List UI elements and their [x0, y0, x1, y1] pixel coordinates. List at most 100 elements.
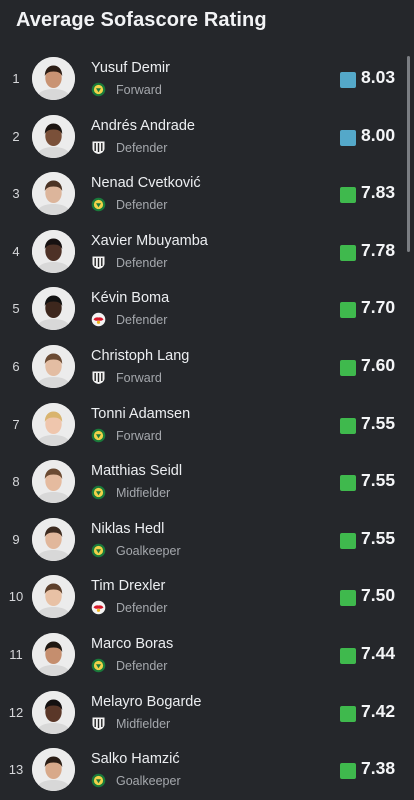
player-rating: 7.83: [361, 182, 396, 203]
scrollbar[interactable]: [407, 56, 410, 252]
rating-color-indicator: [340, 763, 356, 780]
rating-color-indicator: [340, 129, 356, 146]
player-position: Midfielder: [116, 716, 171, 731]
lask-crest-icon: [91, 370, 106, 385]
player-row[interactable]: 13 Salko Hamzić Goalkeeper 7.38: [0, 741, 414, 799]
player-name[interactable]: Tonni Adamsen: [91, 406, 190, 422]
rank-number: 7: [12, 416, 20, 432]
player-avatar: [32, 114, 75, 158]
player-position: Defender: [116, 255, 168, 270]
rating-color-indicator: [340, 705, 356, 722]
rank-number: 10: [8, 589, 24, 605]
player-avatar: [32, 690, 75, 734]
player-rating: 7.42: [361, 700, 396, 721]
player-position: Defender: [116, 313, 168, 328]
player-row[interactable]: 1 Yusuf Demir Forward 8.03: [0, 50, 414, 108]
lask-crest-icon: [91, 140, 106, 155]
player-position: Goalkeeper: [116, 774, 181, 789]
player-avatar: [32, 287, 75, 331]
rank-number: 3: [12, 186, 20, 202]
player-avatar: [32, 172, 75, 216]
player-rating: 7.55: [361, 470, 396, 491]
rapid-crest-icon: [91, 485, 106, 500]
player-row[interactable]: 12 Melayro Bogarde Midfielder 7.42: [0, 684, 414, 742]
player-position: Forward: [116, 83, 162, 97]
player-position: Defender: [116, 601, 168, 616]
salzburg-crest-icon: [91, 312, 106, 327]
player-name[interactable]: Matthias Seidl: [91, 463, 182, 479]
rapid-crest-icon: [91, 543, 106, 558]
player-rating: 7.38: [361, 758, 396, 779]
player-row[interactable]: 11 Marco Boras Defender 7.44: [0, 626, 414, 684]
rating-color-indicator: [340, 590, 356, 607]
rank-number: 6: [12, 358, 20, 374]
player-name[interactable]: Tim Drexler: [91, 578, 165, 594]
rank-number: 5: [12, 301, 20, 317]
player-name[interactable]: Salko Hamzić: [91, 751, 180, 767]
player-name[interactable]: Nenad Cvetković: [91, 175, 201, 191]
player-avatar: [32, 575, 75, 619]
player-name[interactable]: Marco Boras: [91, 636, 173, 652]
rapid-crest-icon: [91, 658, 106, 673]
rank-number: 1: [12, 71, 20, 86]
player-position: Defender: [116, 658, 168, 673]
player-name[interactable]: Xavier Mbuyamba: [91, 233, 208, 249]
player-rating: 7.44: [361, 642, 396, 663]
player-rating: 7.70: [361, 297, 396, 318]
rank-number: 4: [12, 243, 20, 259]
player-avatar: [32, 229, 75, 273]
lask-crest-icon: [91, 255, 106, 270]
player-avatar: [32, 748, 75, 792]
player-row[interactable]: 7 Tonni Adamsen Forward 7.55: [0, 396, 414, 454]
rating-color-indicator: [340, 417, 356, 434]
rating-color-indicator: [340, 475, 356, 492]
rapid-crest-icon: [91, 773, 106, 788]
rating-color-indicator: [340, 532, 356, 549]
rating-color-indicator: [340, 359, 356, 376]
rating-color-indicator: [340, 647, 356, 664]
player-rating: 7.60: [361, 354, 396, 375]
player-rating: 8.00: [361, 124, 396, 145]
player-rating: 7.78: [361, 239, 396, 260]
player-position: Goalkeeper: [116, 543, 181, 558]
rapid-crest-icon: [91, 197, 106, 212]
salzburg-crest-icon: [91, 600, 106, 615]
lask-crest-icon: [91, 716, 106, 731]
player-avatar: [32, 460, 75, 504]
rating-color-indicator: [340, 72, 356, 88]
rank-number: 2: [12, 128, 20, 144]
player-row[interactable]: 2 Andrés Andrade Defender 8.00: [0, 108, 414, 166]
player-rating: 7.50: [361, 585, 396, 606]
rank-number: 8: [12, 474, 20, 490]
rank-number: 13: [8, 762, 24, 778]
player-row[interactable]: 8 Matthias Seidl Midfielder 7.55: [0, 453, 414, 511]
rank-number: 12: [8, 704, 24, 720]
rank-number: 11: [9, 646, 23, 662]
player-position: Forward: [116, 370, 162, 385]
player-row[interactable]: 5 Kévin Boma Defender 7.70: [0, 280, 414, 338]
player-row[interactable]: 6 Christoph Lang Forward 7.60: [0, 338, 414, 396]
player-rating: 8.03: [361, 67, 396, 87]
player-name[interactable]: Niklas Hedl: [91, 521, 164, 537]
player-avatar: [32, 517, 75, 561]
player-name[interactable]: Melayro Bogarde: [91, 694, 201, 710]
player-name[interactable]: Christoph Lang: [91, 348, 189, 364]
player-row[interactable]: 4 Xavier Mbuyamba Defender 7.78: [0, 223, 414, 281]
rapid-crest-icon: [91, 82, 106, 97]
player-row[interactable]: 9 Niklas Hedl Goalkeeper 7.55: [0, 511, 414, 569]
player-row[interactable]: 10 Tim Drexler Defender 7.50: [0, 568, 414, 626]
player-rating: 7.55: [361, 412, 396, 433]
player-position: Defender: [116, 140, 168, 155]
player-row[interactable]: 3 Nenad Cvetković Defender 7.83: [0, 165, 414, 223]
player-name[interactable]: Kévin Boma: [91, 290, 169, 306]
rating-color-indicator: [340, 302, 356, 319]
rating-color-indicator: [340, 187, 356, 204]
player-ranking-list: 1 Yusuf Demir Forward 8.03 2 Andrés Andrade De…: [0, 50, 414, 799]
player-name[interactable]: Yusuf Demir: [91, 60, 170, 76]
rating-color-indicator: [340, 244, 356, 261]
player-avatar: [32, 344, 75, 388]
player-position: Defender: [116, 198, 168, 213]
page-title: Average Sofascore Rating: [16, 9, 267, 31]
player-position: Midfielder: [116, 486, 171, 501]
player-name[interactable]: Andrés Andrade: [91, 118, 195, 134]
